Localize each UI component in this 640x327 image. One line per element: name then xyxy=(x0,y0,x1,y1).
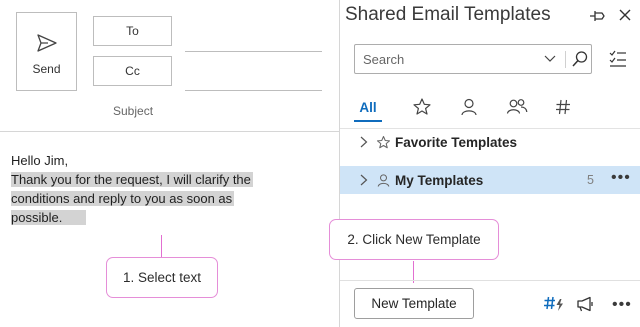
more-options-icon[interactable]: ••• xyxy=(611,169,631,187)
tab-my-templates[interactable] xyxy=(457,92,481,122)
tab-all-label: All xyxy=(359,99,377,115)
message-body[interactable]: Hello Jim, Thank you for the request, I … xyxy=(11,151,331,227)
compose-header: Send To Cc Subject xyxy=(0,0,339,132)
callout-connector xyxy=(161,235,162,258)
hash-icon xyxy=(556,99,570,115)
tree-item-my-templates[interactable]: My Templates 5 ••• xyxy=(340,166,640,194)
to-button[interactable]: To xyxy=(93,16,172,46)
search-icon[interactable] xyxy=(571,50,589,68)
body-line-selected: possible. xyxy=(11,210,65,225)
chevron-down-icon[interactable] xyxy=(544,53,556,63)
callout-new-template-label: 2. Click New Template xyxy=(347,232,481,247)
to-label: To xyxy=(126,24,139,38)
body-line-selected: Thank you for the request, I will clarif… xyxy=(11,172,253,187)
more-options-icon[interactable]: ••• xyxy=(612,296,632,314)
body-line: Hello Jim, xyxy=(11,153,69,168)
compose-window: Send To Cc Subject Hello Jim, Thank you … xyxy=(0,0,339,327)
templates-pane: Shared Email Templates All xyxy=(329,0,640,327)
person-icon xyxy=(377,173,390,187)
tab-team-templates[interactable] xyxy=(504,92,530,122)
pin-icon[interactable] xyxy=(587,7,607,25)
hashtag-macro-icon[interactable] xyxy=(543,295,565,313)
body-line-selected: conditions and reply to you as soon as xyxy=(11,191,235,206)
chevron-right-icon[interactable] xyxy=(358,135,370,149)
tab-all[interactable]: All xyxy=(354,92,382,122)
star-icon xyxy=(413,98,431,115)
send-icon xyxy=(36,34,57,52)
search-input[interactable] xyxy=(363,50,533,68)
subject-label[interactable]: Subject xyxy=(113,104,153,118)
chevron-right-icon[interactable] xyxy=(358,173,370,187)
search-separator xyxy=(565,51,566,68)
cc-field[interactable] xyxy=(185,90,322,91)
cc-label: Cc xyxy=(125,64,140,78)
pane-title: Shared Email Templates xyxy=(345,4,551,25)
to-field[interactable] xyxy=(185,51,322,52)
megaphone-icon[interactable] xyxy=(575,296,595,312)
people-icon xyxy=(506,99,528,114)
send-button[interactable]: Send xyxy=(16,12,77,91)
star-icon xyxy=(376,135,391,148)
tree-item-favorite-templates[interactable]: Favorite Templates xyxy=(340,128,640,156)
list-options-icon[interactable] xyxy=(608,49,628,69)
cc-button[interactable]: Cc xyxy=(93,56,172,86)
send-label: Send xyxy=(32,62,61,76)
template-count: 5 xyxy=(587,173,594,187)
callout-new-template: 2. Click New Template xyxy=(329,219,499,260)
tab-favorites[interactable] xyxy=(410,92,434,122)
callout-select-text-label: 1. Select text xyxy=(122,270,202,285)
tree-item-label: My Templates xyxy=(395,172,484,188)
tab-hashtags[interactable] xyxy=(552,92,574,122)
callout-select-text: 1. Select text xyxy=(106,257,218,298)
person-icon xyxy=(461,98,477,116)
footer-divider xyxy=(340,280,640,281)
close-icon[interactable] xyxy=(616,6,634,24)
tree-item-label: Favorite Templates xyxy=(395,134,518,150)
new-template-button[interactable]: New Template xyxy=(354,288,474,319)
search-box[interactable] xyxy=(354,44,592,74)
